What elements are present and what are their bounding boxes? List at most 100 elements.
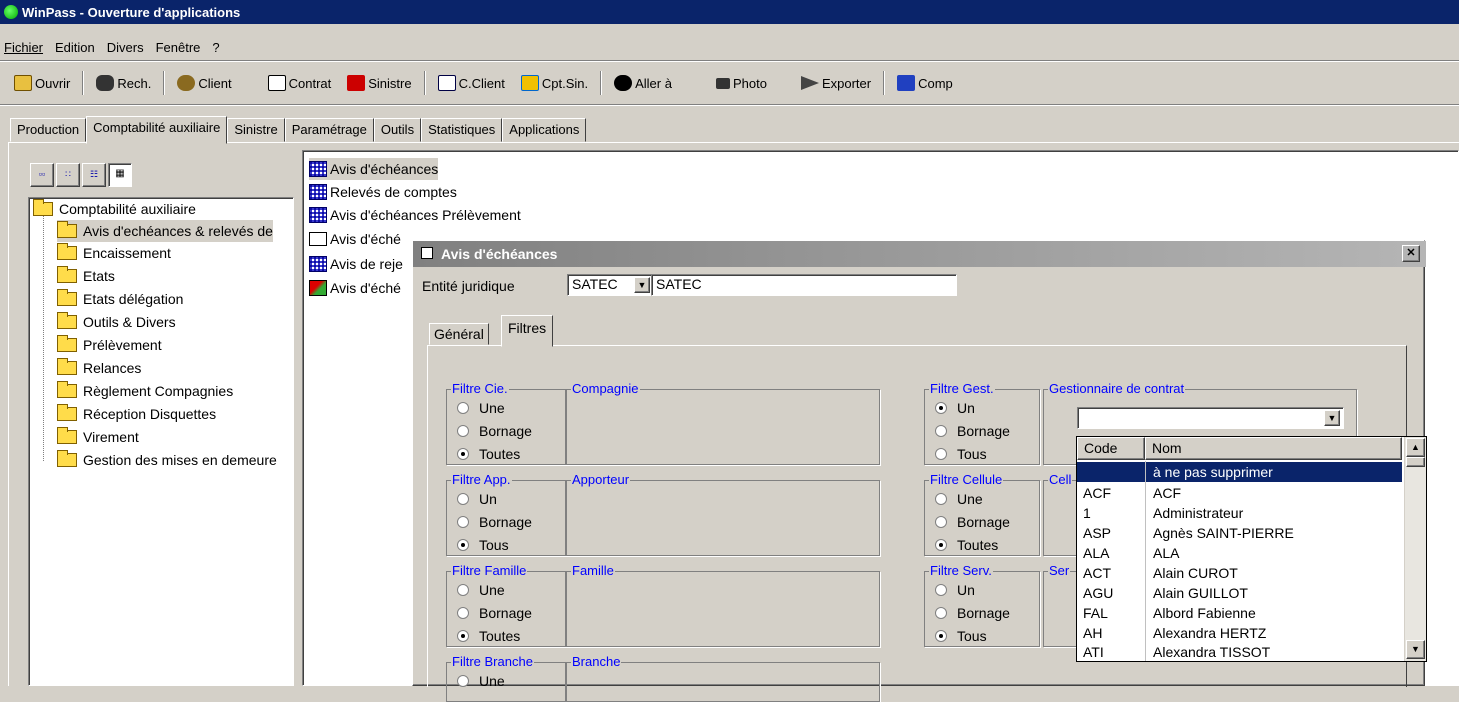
radio-app-bornage[interactable]: Bornage xyxy=(457,511,532,533)
dropdown-row[interactable]: AH Alexandra HERTZ xyxy=(1077,623,1402,643)
chevron-down-icon[interactable]: ▼ xyxy=(1324,410,1340,426)
scroll-down-button[interactable]: ▼ xyxy=(1406,640,1425,659)
row-nom: Alain GUILLOT xyxy=(1153,585,1248,601)
tab-parametrage[interactable]: Paramétrage xyxy=(284,118,374,142)
menu-divers[interactable]: Divers xyxy=(101,40,150,55)
toolbar-rech-button[interactable]: Rech. xyxy=(88,70,159,96)
dropdown-row[interactable]: ACF ACF xyxy=(1077,483,1402,503)
radio-app-tous[interactable]: Tous xyxy=(457,534,509,556)
radio-cellule-bornage[interactable]: Bornage xyxy=(935,511,1010,533)
dropdown-scrollbar[interactable]: ▲ ▼ xyxy=(1404,437,1426,661)
menu-fenetre[interactable]: Fenêtre xyxy=(150,40,207,55)
scroll-thumb[interactable] xyxy=(1406,457,1425,467)
tree-item-mises-en-demeure[interactable]: Gestion des mises en demeure xyxy=(57,449,277,471)
tree-item-outils-divers[interactable]: Outils & Divers xyxy=(57,311,176,333)
tree-item-etats[interactable]: Etats xyxy=(57,265,115,287)
view-small-icons-button[interactable]: ∷ xyxy=(56,163,80,187)
dropdown-header-code[interactable]: Code xyxy=(1077,437,1145,460)
radio-cie-bornage[interactable]: Bornage xyxy=(457,420,532,442)
radio-label: Bornage xyxy=(957,605,1010,621)
view-large-icons-button[interactable]: ▫▫ xyxy=(30,163,54,187)
list-item-label: Avis d'échéances Prélèvement xyxy=(330,207,521,223)
dropdown-row[interactable]: FAL Albord Fabienne xyxy=(1077,603,1402,623)
radio-famille-toutes[interactable]: Toutes xyxy=(457,625,520,647)
radio-serv-un[interactable]: Un xyxy=(935,579,975,601)
folder-icon xyxy=(57,289,77,306)
toolbar-contrat-button[interactable]: Contrat xyxy=(260,70,340,96)
tab-statistiques[interactable]: Statistiques xyxy=(421,118,503,142)
tab-sinistre[interactable]: Sinistre xyxy=(227,118,285,142)
radio-gest-bornage[interactable]: Bornage xyxy=(935,420,1010,442)
radio-famille-une[interactable]: Une xyxy=(457,579,505,601)
radio-serv-bornage[interactable]: Bornage xyxy=(935,602,1010,624)
toolbar-cptsin-button[interactable]: Cpt.Sin. xyxy=(513,70,596,96)
entity-name-field[interactable]: SATEC xyxy=(651,274,957,296)
toolbar-comp-button[interactable]: Comp xyxy=(889,70,961,96)
list-item[interactable]: Avis d'échéances Prélèvement xyxy=(309,204,521,226)
list-item[interactable]: Relevés de comptes xyxy=(309,181,457,203)
gestionnaire-combo[interactable]: ▼ xyxy=(1077,407,1344,429)
dropdown-row[interactable]: ATI Alexandra TISSOT xyxy=(1077,642,1402,662)
dialog-tab-filtres[interactable]: Filtres xyxy=(501,315,554,347)
toolbar-cclient-button[interactable]: C.Client xyxy=(430,70,513,96)
radio-app-un[interactable]: Un xyxy=(457,488,497,510)
radio-cellule-une[interactable]: Une xyxy=(935,488,983,510)
toolbar-sinistre-button[interactable]: Sinistre xyxy=(339,70,419,96)
tree-item-encaissement[interactable]: Encaissement xyxy=(57,242,171,264)
list-item[interactable]: Avis de reje xyxy=(309,253,403,275)
tree-panel[interactable]: Comptabilité auxiliaire Avis d'echéances… xyxy=(28,197,294,686)
dropdown-row[interactable]: ASP Agnès SAINT-PIERRE xyxy=(1077,523,1402,543)
dialog-close-button[interactable]: ✕ xyxy=(1402,245,1420,262)
view-details-button[interactable]: ▦ xyxy=(108,163,132,187)
row-nom: ACF xyxy=(1153,485,1181,501)
radio-branche-une[interactable]: Une xyxy=(457,670,505,692)
dropdown-row[interactable]: 1 Administrateur xyxy=(1077,503,1402,523)
tab-applications[interactable]: Applications xyxy=(502,118,587,142)
toolbar-aller-button[interactable]: Aller à xyxy=(606,70,680,96)
folder-icon xyxy=(57,358,77,375)
tree-item-reception[interactable]: Réception Disquettes xyxy=(57,403,216,425)
list-item[interactable]: Avis d'éché xyxy=(309,228,401,250)
radio-label: Un xyxy=(957,400,975,416)
dropdown-row[interactable]: à ne pas supprimer xyxy=(1077,462,1402,482)
radio-serv-tous[interactable]: Tous xyxy=(935,625,987,647)
view-list-button[interactable]: ☷ xyxy=(82,163,106,187)
radio-cie-une[interactable]: Une xyxy=(457,397,505,419)
tab-outils[interactable]: Outils xyxy=(373,118,422,142)
dialog-tab-general[interactable]: Général xyxy=(429,323,489,345)
radio-gest-tous[interactable]: Tous xyxy=(935,443,987,465)
tree-root[interactable]: Comptabilité auxiliaire xyxy=(33,198,196,220)
radio-gest-un[interactable]: Un xyxy=(935,397,975,419)
list-item[interactable]: Avis d'éché xyxy=(309,277,401,299)
tab-production[interactable]: Production xyxy=(10,118,87,142)
toolbar-client-button[interactable]: Client xyxy=(169,70,239,96)
menu-help[interactable]: ? xyxy=(206,40,225,55)
chevron-down-icon[interactable]: ▼ xyxy=(634,277,650,293)
tree-item-prelevement[interactable]: Prélèvement xyxy=(57,334,162,356)
gestionnaire-dropdown-list[interactable]: Code Nom ▲ ▼ à ne pas supprimer ACF ACF 1… xyxy=(1076,436,1427,662)
dropdown-row[interactable]: ACT Alain CUROT xyxy=(1077,563,1402,583)
row-code: 1 xyxy=(1083,505,1091,521)
menu-edition[interactable]: Edition xyxy=(49,40,101,55)
toolbar-ouvrir-button[interactable]: Ouvrir xyxy=(6,70,78,96)
tree-item-avis[interactable]: Avis d'echéances & relevés de xyxy=(57,220,273,242)
toolbar-exporter-button[interactable]: Exporter xyxy=(793,70,879,96)
entity-code-combo[interactable]: SATEC ▼ xyxy=(567,274,653,296)
tab-comptabilite-auxiliaire[interactable]: Comptabilité auxiliaire xyxy=(86,116,228,144)
list-item[interactable]: Avis d'échéances xyxy=(309,158,439,180)
radio-famille-bornage[interactable]: Bornage xyxy=(457,602,532,624)
tree-item-reglement[interactable]: Règlement Compagnies xyxy=(57,380,233,402)
dropdown-header-nom[interactable]: Nom xyxy=(1145,437,1402,460)
dropdown-row[interactable]: ALA ALA xyxy=(1077,543,1402,563)
scroll-up-button[interactable]: ▲ xyxy=(1406,438,1425,457)
tree-item-relances[interactable]: Relances xyxy=(57,357,141,379)
dropdown-row[interactable]: AGU Alain GUILLOT xyxy=(1077,583,1402,603)
toolbar-photo-button[interactable]: Photo xyxy=(708,70,775,96)
tree-item-etats-delegation[interactable]: Etats délégation xyxy=(57,288,183,310)
radio-cie-toutes[interactable]: Toutes xyxy=(457,443,520,465)
folder-icon xyxy=(57,381,77,398)
menu-divider xyxy=(0,60,1459,62)
menu-fichier[interactable]: Fichier xyxy=(0,40,49,55)
radio-cellule-toutes[interactable]: Toutes xyxy=(935,534,998,556)
tree-item-virement[interactable]: Virement xyxy=(57,426,139,448)
